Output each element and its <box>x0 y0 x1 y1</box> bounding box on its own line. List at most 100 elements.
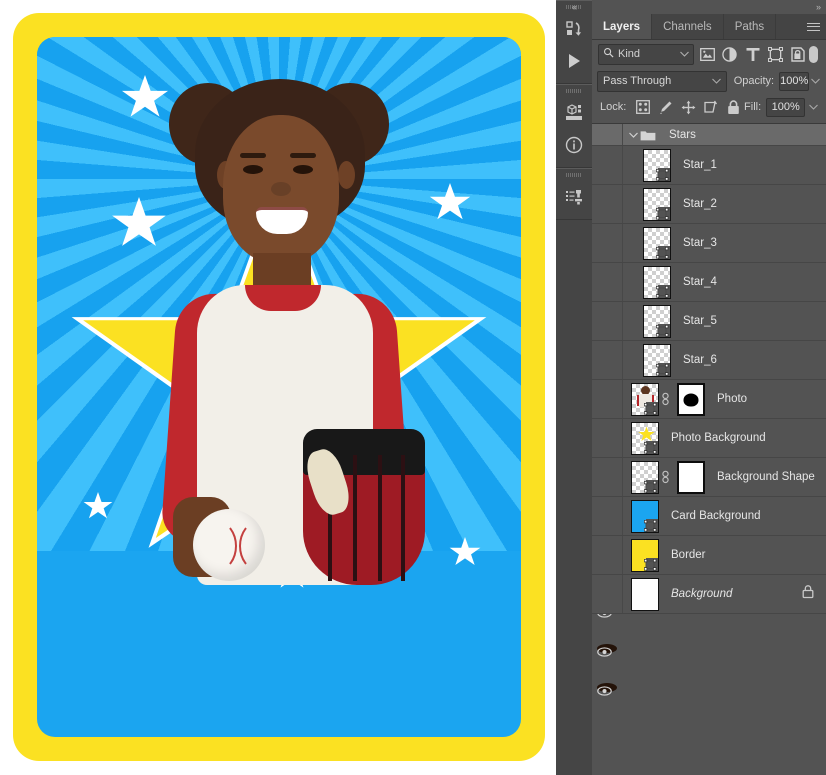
lock-label: Lock: <box>600 101 626 113</box>
filter-adjustment-icon[interactable] <box>720 44 740 64</box>
fill-input[interactable]: 100% <box>766 98 805 117</box>
lock-artboard-nesting-icon[interactable] <box>700 97 722 117</box>
layer-thumbnail[interactable] <box>643 188 671 221</box>
layer-row-photo[interactable]: Photo <box>592 380 826 419</box>
visibility-toggle[interactable] <box>592 458 623 496</box>
filter-smartobject-icon[interactable] <box>788 44 808 64</box>
layer-thumbnail[interactable] <box>631 500 659 533</box>
vector-mask-badge <box>644 480 657 492</box>
panel-collapse-button[interactable]: » <box>592 0 826 14</box>
layer-thumbnail[interactable] <box>643 227 671 260</box>
clone-source-icon[interactable] <box>556 181 592 213</box>
layers-panel: » Layers Channels Paths <box>592 0 826 775</box>
opacity-label: Opacity: <box>734 75 774 87</box>
blend-mode-row: Pass Through Opacity: 100% <box>592 68 826 94</box>
layer-thumbnail[interactable] <box>631 539 659 572</box>
layer-row-star-6[interactable]: Star_6 <box>592 341 826 380</box>
vector-mask-badge <box>656 246 669 258</box>
visibility-toggle[interactable] <box>592 185 623 223</box>
layer-name: Photo <box>717 393 747 405</box>
lock-image-pixels-icon[interactable] <box>655 97 677 117</box>
vector-mask-badge <box>644 519 657 531</box>
layer-row-stars-group[interactable]: Stars <box>592 124 826 146</box>
layer-row-background[interactable]: Background <box>592 575 826 614</box>
actions-icon[interactable] <box>556 13 592 45</box>
visibility-toggle[interactable] <box>592 419 623 457</box>
visibility-toggle[interactable] <box>592 124 623 145</box>
layer-row-star-3[interactable]: Star_3 <box>592 224 826 263</box>
layer-thumbnail[interactable] <box>631 422 659 455</box>
blend-mode-select[interactable]: Pass Through <box>597 71 727 92</box>
visibility-toggle[interactable] <box>592 341 623 379</box>
tab-channels[interactable]: Channels <box>652 14 724 39</box>
info-icon[interactable] <box>556 129 592 161</box>
filter-type-icon[interactable] <box>743 44 763 64</box>
opacity-stepper[interactable] <box>809 72 821 91</box>
rail-grip[interactable] <box>566 173 582 177</box>
layer-name: Stars <box>669 129 696 141</box>
chevron-down-icon <box>712 77 721 86</box>
link-icon[interactable] <box>659 470 671 484</box>
eye-icon <box>597 644 617 653</box>
vector-mask-badge <box>656 207 669 219</box>
fill-stepper[interactable] <box>805 98 821 117</box>
visibility-toggle[interactable] <box>592 302 623 340</box>
layer-thumbnail[interactable] <box>643 344 671 377</box>
layer-name: Star_6 <box>683 354 717 366</box>
dock-collapse-button[interactable]: « <box>556 0 592 14</box>
lock-transparent-pixels-icon[interactable] <box>632 97 654 117</box>
visibility-toggle[interactable] <box>592 224 623 262</box>
eye-icon <box>597 683 617 692</box>
hamburger-icon[interactable] <box>807 14 820 39</box>
photo-layer <box>37 37 521 737</box>
glove-seam-3 <box>378 455 382 581</box>
layer-row-star-4[interactable]: Star_4 <box>592 263 826 302</box>
visibility-toggle[interactable] <box>592 575 623 613</box>
layer-thumbnail[interactable] <box>643 305 671 338</box>
layer-row-card-background[interactable]: Card Background <box>592 497 826 536</box>
layer-row-border[interactable]: Border <box>592 536 826 575</box>
layer-thumbnail[interactable] <box>631 383 659 416</box>
lock-position-icon[interactable] <box>677 97 699 117</box>
document-canvas[interactable] <box>0 0 556 775</box>
filter-kind-value: Kind <box>618 48 640 60</box>
eyebrow-right <box>290 153 316 158</box>
lock-all-icon[interactable] <box>722 97 744 117</box>
layer-thumbnail[interactable] <box>631 461 659 494</box>
visibility-toggle[interactable] <box>592 263 623 301</box>
baseball-seam-left <box>199 521 237 571</box>
filter-pixel-icon[interactable] <box>697 44 717 64</box>
rail-grip[interactable] <box>566 89 582 93</box>
filter-kind-select[interactable]: Kind <box>598 44 694 65</box>
tab-layers[interactable]: Layers <box>592 14 652 39</box>
filter-shape-icon[interactable] <box>766 44 786 64</box>
rail-group-3d-info <box>556 84 592 168</box>
tab-paths[interactable]: Paths <box>724 14 776 39</box>
layer-thumbnail[interactable] <box>631 578 659 611</box>
chevron-down-icon <box>680 50 689 59</box>
opacity-input[interactable]: 100% <box>779 72 809 91</box>
visibility-toggle[interactable] <box>592 380 623 418</box>
chevron-down-icon[interactable] <box>627 130 640 140</box>
dock-rail: « <box>556 0 593 775</box>
layer-thumbnail[interactable] <box>643 149 671 182</box>
visibility-toggle[interactable] <box>592 497 623 535</box>
layer-row-star-5[interactable]: Star_5 <box>592 302 826 341</box>
visibility-toggle[interactable] <box>592 146 623 184</box>
layer-thumbnail[interactable] <box>643 266 671 299</box>
filter-enable-toggle[interactable] <box>808 44 819 64</box>
folder-icon <box>640 129 657 141</box>
layer-mask-thumbnail[interactable] <box>677 383 705 416</box>
play-icon[interactable] <box>556 45 592 77</box>
visibility-toggle[interactable] <box>592 536 623 574</box>
layer-mask-thumbnail[interactable] <box>677 461 705 494</box>
layer-row-star-1[interactable]: Star_1 <box>592 146 826 185</box>
eye-right <box>293 165 313 174</box>
layer-row-photo-background[interactable]: Photo Background <box>592 419 826 458</box>
layer-row-background-shape[interactable]: Background Shape <box>592 458 826 497</box>
layer-row-star-2[interactable]: Star_2 <box>592 185 826 224</box>
3d-icon[interactable] <box>556 97 592 129</box>
link-icon[interactable] <box>659 392 671 406</box>
layer-name: Card Background <box>671 510 761 522</box>
layers-list[interactable]: Stars <box>592 123 826 775</box>
